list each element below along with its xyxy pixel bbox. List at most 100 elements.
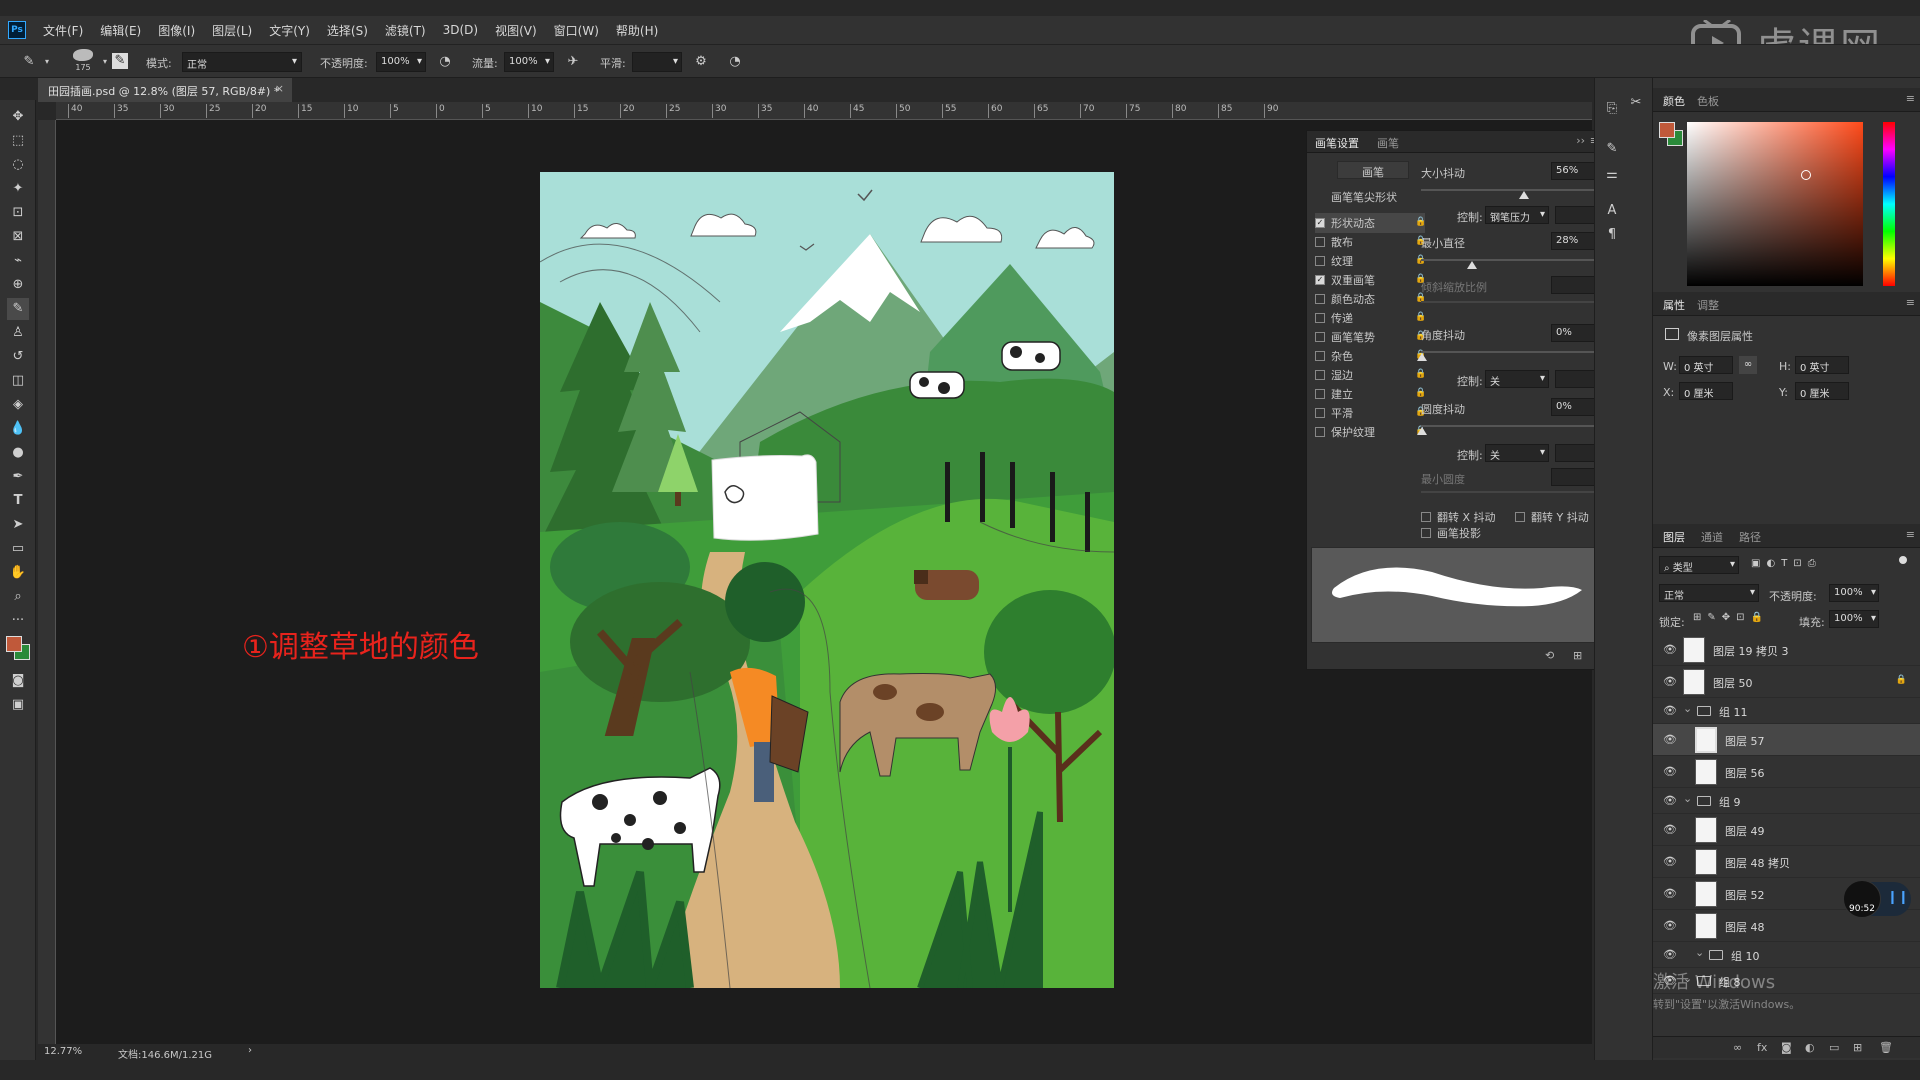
checkbox[interactable] bbox=[1315, 351, 1325, 361]
flow-input[interactable]: 100% ▾ bbox=[504, 52, 554, 72]
min-roundness-slider[interactable] bbox=[1421, 491, 1599, 493]
more-tools-icon[interactable]: ··· bbox=[7, 610, 29, 632]
checkbox[interactable]: ✓ bbox=[1315, 218, 1325, 228]
brush-settings-toggle-icon[interactable]: ✎ bbox=[112, 53, 128, 69]
size-jitter-input[interactable]: 56% bbox=[1551, 162, 1599, 180]
tab-swatches[interactable]: 色板 bbox=[1697, 93, 1719, 109]
brush-option-item[interactable]: 建立 🔒 bbox=[1315, 384, 1426, 404]
layer-filter-select[interactable]: ⌕ 类型 ▾ bbox=[1659, 556, 1739, 574]
checkbox[interactable] bbox=[1515, 512, 1525, 522]
shape-filter-icon[interactable]: ⊡ bbox=[1793, 558, 1807, 569]
panel-menu-icon[interactable]: ≡ bbox=[1906, 92, 1915, 105]
brushes-button[interactable]: 画笔 bbox=[1337, 161, 1409, 179]
tab-brush-settings[interactable]: 画笔设置 bbox=[1315, 135, 1359, 151]
chevron-right-icon[interactable]: › bbox=[248, 1045, 252, 1056]
x-input[interactable]: 0 厘米 bbox=[1679, 382, 1733, 400]
mode-select[interactable]: 正常 ▾ bbox=[182, 52, 302, 72]
tab-channels[interactable]: 通道 bbox=[1701, 529, 1723, 545]
visibility-eye-icon[interactable]: 👁 bbox=[1663, 919, 1677, 932]
lock-icon[interactable]: 🔒 bbox=[1415, 388, 1426, 399]
chevron-down-icon[interactable]: ⌄ bbox=[1683, 702, 1692, 715]
tab-adjustments[interactable]: 调整 bbox=[1697, 297, 1719, 313]
visibility-eye-icon[interactable]: 👁 bbox=[1663, 948, 1677, 961]
lock-all-icon[interactable]: 🔒 bbox=[1751, 612, 1769, 623]
frame-tool-icon[interactable]: ⊠ bbox=[7, 226, 29, 248]
character-icon[interactable]: A bbox=[1601, 200, 1623, 222]
lock-position-icon[interactable]: ✥ bbox=[1722, 612, 1736, 623]
marquee-tool-icon[interactable]: ⬚ bbox=[7, 130, 29, 152]
lock-icon[interactable]: 🔒 bbox=[1415, 369, 1426, 380]
brush-option-item[interactable]: 画笔笔势 🔒 bbox=[1315, 327, 1426, 347]
tab-properties[interactable]: 属性 bbox=[1663, 297, 1685, 313]
layer-group-row[interactable]: 👁 ⌄ 组 9 bbox=[1653, 788, 1920, 814]
roundness-jitter-input[interactable]: 0% bbox=[1551, 398, 1599, 416]
type-filter-icon[interactable]: T bbox=[1781, 558, 1793, 569]
y-input[interactable]: 0 厘米 bbox=[1795, 382, 1849, 400]
opacity-input[interactable]: 100% ▾ bbox=[376, 52, 426, 72]
menu-select[interactable]: 选择(S) bbox=[327, 22, 368, 39]
height-input[interactable]: 0 英寸 bbox=[1795, 356, 1849, 374]
tilt-scale-slider[interactable] bbox=[1421, 301, 1599, 303]
eyedropper-tool-icon[interactable]: ⌁ bbox=[7, 250, 29, 272]
angle-control-extra[interactable] bbox=[1555, 370, 1599, 388]
history-brush-tool-icon[interactable]: ↺ bbox=[7, 346, 29, 368]
document-tab[interactable]: 田园插画.psd @ 12.8% (图层 57, RGB/8#) * × bbox=[38, 78, 292, 102]
layer-opacity-input[interactable]: 100% ▾ bbox=[1829, 584, 1879, 602]
chevron-down-icon[interactable]: ⌄ bbox=[1695, 946, 1704, 959]
adjustments-icon[interactable]: ⚌ bbox=[1601, 164, 1623, 186]
brush-projection-checkbox[interactable]: 画笔投影 bbox=[1421, 525, 1481, 541]
layer-row[interactable]: 👁 图层 49 bbox=[1653, 814, 1920, 846]
layer-row[interactable]: 👁 图层 57 bbox=[1653, 724, 1920, 756]
crop-tool-icon[interactable]: ⊡ bbox=[7, 202, 29, 224]
tab-brushes[interactable]: 画笔 bbox=[1377, 135, 1399, 151]
brush-tip-shape[interactable]: 画笔笔尖形状 bbox=[1331, 189, 1397, 205]
checkbox[interactable] bbox=[1315, 256, 1325, 266]
tab-color[interactable]: 颜色 bbox=[1663, 93, 1685, 109]
new-layer-icon[interactable]: ⊞ bbox=[1853, 1041, 1862, 1054]
min-diameter-slider[interactable] bbox=[1421, 259, 1599, 261]
smoothing-input[interactable]: ▾ bbox=[632, 52, 682, 72]
brush-option-item[interactable]: ✓ 形状动态 🔒 bbox=[1315, 213, 1426, 233]
zoom-level[interactable]: 12.77% bbox=[44, 1046, 82, 1057]
layer-row[interactable]: 👁 图层 50 🔒 bbox=[1653, 666, 1920, 698]
menu-edit[interactable]: 编辑(E) bbox=[100, 22, 141, 39]
history-icon[interactable]: ⎘ bbox=[1601, 98, 1623, 120]
visibility-eye-icon[interactable]: 👁 bbox=[1663, 823, 1677, 836]
menu-filter[interactable]: 滤镜(T) bbox=[385, 22, 426, 39]
checkbox[interactable] bbox=[1421, 512, 1431, 522]
slider-handle[interactable] bbox=[1467, 261, 1477, 269]
width-input[interactable]: 0 英寸 bbox=[1679, 356, 1733, 374]
tab-layers[interactable]: 图层 bbox=[1663, 529, 1685, 545]
chevron-down-icon[interactable]: ⌄ bbox=[1683, 792, 1692, 805]
pressure-opacity-icon[interactable]: ◔ bbox=[436, 53, 454, 71]
lock-artboard-icon[interactable]: ⊡ bbox=[1736, 612, 1750, 623]
tilt-scale-input[interactable] bbox=[1551, 276, 1599, 294]
layer-group-row[interactable]: 👁 ⌄ 组 10 bbox=[1653, 942, 1920, 968]
size-jitter-slider[interactable] bbox=[1421, 189, 1599, 191]
rectangle-tool-icon[interactable]: ▭ bbox=[7, 538, 29, 560]
chevron-down-icon[interactable]: ▾ bbox=[38, 53, 56, 71]
airbrush-icon[interactable]: ✈ bbox=[564, 53, 582, 71]
visibility-eye-icon[interactable]: 👁 bbox=[1663, 704, 1677, 717]
pen-control-value[interactable] bbox=[1555, 206, 1599, 224]
brush-option-item[interactable]: 纹理🔒 bbox=[1315, 251, 1426, 271]
visibility-eye-icon[interactable]: 👁 bbox=[1663, 765, 1677, 778]
color-field[interactable] bbox=[1687, 122, 1863, 286]
fill-input[interactable]: 100% ▾ bbox=[1829, 610, 1879, 628]
hue-slider[interactable] bbox=[1883, 122, 1895, 286]
slider-handle[interactable] bbox=[1417, 427, 1427, 435]
link-layers-icon[interactable]: ∞ bbox=[1733, 1041, 1742, 1054]
lock-icon[interactable]: 🔒 bbox=[1415, 312, 1426, 323]
dodge-tool-icon[interactable]: ● bbox=[7, 442, 29, 464]
menu-window[interactable]: 窗口(W) bbox=[554, 22, 599, 39]
ps-logo-icon[interactable]: Ps bbox=[8, 21, 26, 39]
adjustment-filter-icon[interactable]: ◐ bbox=[1766, 558, 1781, 569]
zoom-tool-icon[interactable]: ⌕ bbox=[7, 586, 29, 608]
healing-brush-tool-icon[interactable]: ⊕ bbox=[7, 274, 29, 296]
tools-icon[interactable]: ✂ bbox=[1625, 92, 1647, 114]
visibility-eye-icon[interactable]: 👁 bbox=[1663, 643, 1677, 656]
brush-option-item[interactable]: 平滑 🔒 bbox=[1315, 403, 1426, 423]
screen-mode-icon[interactable]: ▣ bbox=[7, 694, 29, 716]
brush-option-item[interactable]: 保护纹理 🔒 bbox=[1315, 422, 1426, 442]
magic-wand-tool-icon[interactable]: ✦ bbox=[7, 178, 29, 200]
